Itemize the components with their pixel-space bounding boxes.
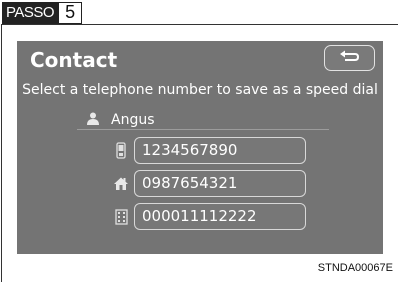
phone-row-mobile: 1234567890 [112, 137, 306, 164]
figure-code: STNDA00067E [317, 262, 393, 274]
step-indicator: PASSO 5 [2, 2, 83, 24]
phone-number-button-home[interactable]: 0987654321 [134, 170, 306, 197]
back-button[interactable] [324, 45, 375, 71]
mobile-phone-icon [112, 142, 130, 160]
step-label: PASSO [2, 2, 59, 24]
phone-number-button-office[interactable]: 000011112222 [134, 203, 306, 230]
person-icon [87, 110, 99, 129]
office-building-icon [112, 208, 130, 226]
home-icon [112, 175, 130, 193]
contact-name: Angus [111, 111, 155, 128]
instruction-text: Select a telephone number to save as a s… [22, 82, 378, 98]
contact-screen: Contact Select a telephone number to sav… [17, 41, 383, 254]
phone-row-home: 0987654321 [112, 170, 306, 197]
divider [77, 129, 329, 130]
step-number: 5 [58, 2, 83, 24]
screen-title: Contact [30, 48, 118, 72]
return-arrow-icon [339, 49, 361, 68]
phone-number-button-mobile[interactable]: 1234567890 [134, 137, 306, 164]
phone-row-office: 000011112222 [112, 203, 306, 230]
contact-row: Angus [87, 110, 155, 129]
